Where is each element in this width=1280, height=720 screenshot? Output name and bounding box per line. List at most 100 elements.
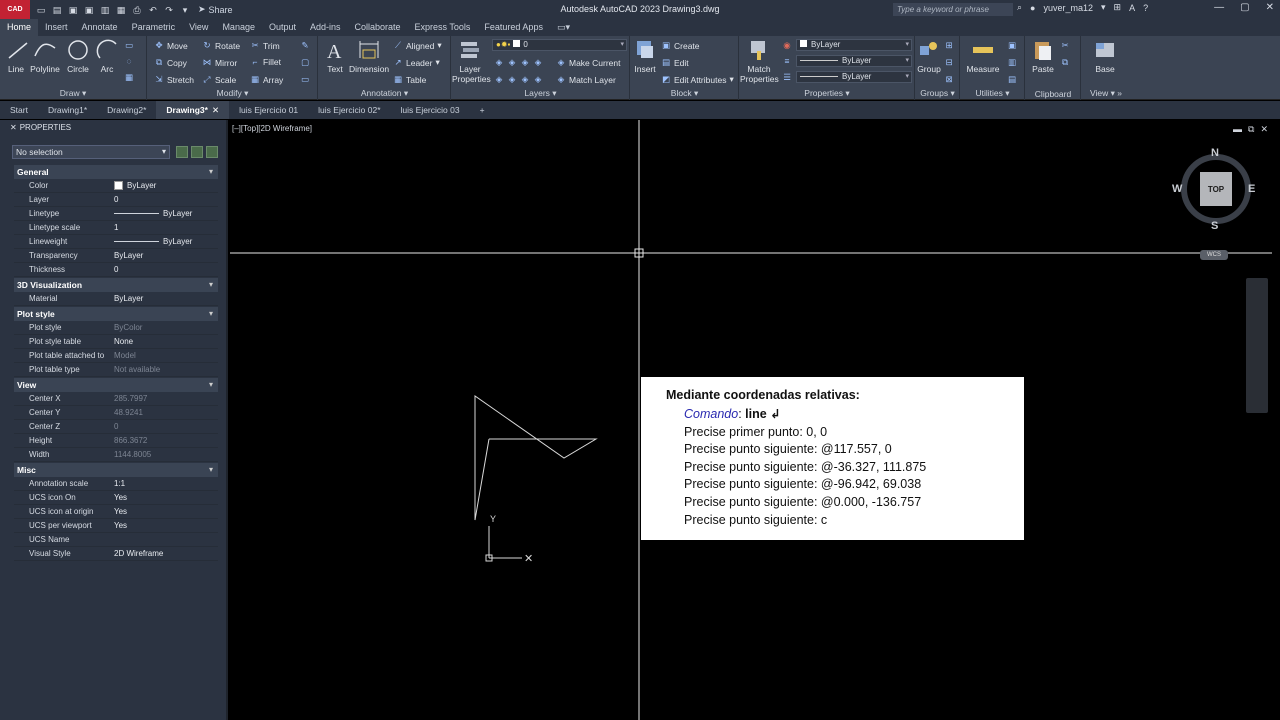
ribbon-tab-collaborate[interactable]: Collaborate bbox=[348, 19, 408, 36]
cart-icon[interactable]: ⊞ bbox=[1114, 2, 1122, 13]
move-button[interactable]: ✥ Move bbox=[154, 40, 187, 51]
property-value[interactable]: 0 bbox=[114, 193, 218, 206]
property-value[interactable]: Yes bbox=[114, 491, 218, 504]
property-row[interactable]: Annotation scale 1:1 bbox=[14, 477, 218, 491]
layer-tools-row1[interactable]: ◈ ◈ ◈ ◈ bbox=[494, 57, 543, 68]
user-icon[interactable]: ● bbox=[1030, 3, 1035, 13]
view-panel-label[interactable]: View ▾ » bbox=[1082, 88, 1130, 99]
property-row[interactable]: Visual Style 2D Wireframe bbox=[14, 547, 218, 561]
chevron-down-icon[interactable]: ▾ bbox=[1101, 2, 1106, 13]
wcs-menu[interactable]: WCS bbox=[1200, 250, 1228, 260]
annotation-panel-label[interactable]: Annotation ▾ bbox=[319, 88, 450, 99]
arc-button[interactable]: Arc bbox=[96, 38, 118, 74]
property-row[interactable]: Linetype ByLayer bbox=[14, 207, 218, 221]
property-row[interactable]: Material ByLayer bbox=[14, 292, 218, 306]
open-web-icon[interactable]: ▥ bbox=[100, 5, 110, 15]
groups-panel-label[interactable]: Groups ▾ bbox=[916, 88, 959, 99]
create-block-button[interactable]: ▣ Create bbox=[661, 40, 700, 51]
ribbon-tab-manage[interactable]: Manage bbox=[215, 19, 262, 36]
block-panel-label[interactable]: Block ▾ bbox=[631, 88, 738, 99]
mirror-button[interactable]: ⋈ Mirror bbox=[202, 57, 237, 68]
match-layer-button[interactable]: ◈ Match Layer bbox=[556, 74, 616, 85]
close-icon[interactable]: ✕ bbox=[1266, 2, 1274, 13]
property-row[interactable]: Plot style table None bbox=[14, 335, 218, 349]
rectangle-icon[interactable]: ▭ bbox=[124, 40, 134, 51]
clipboard-panel-label[interactable]: Clipboard bbox=[1026, 89, 1080, 99]
rotate-button[interactable]: ↻ Rotate bbox=[202, 40, 240, 51]
table-button[interactable]: ▦ Table bbox=[393, 74, 426, 85]
utilities-panel-label[interactable]: Utilities ▾ bbox=[961, 88, 1024, 99]
viewcube-top-face[interactable]: TOP bbox=[1200, 172, 1232, 206]
polyline-button[interactable]: Polyline bbox=[28, 38, 62, 74]
new-tab-plus-icon[interactable]: + bbox=[470, 101, 495, 119]
user-name[interactable]: yuver_ma12 bbox=[1043, 3, 1093, 13]
group-button[interactable]: Group bbox=[916, 38, 942, 74]
ribbon-tab-output[interactable]: Output bbox=[262, 19, 303, 36]
paste-button[interactable]: Paste bbox=[1030, 38, 1056, 74]
property-row[interactable]: Width 1144.8005 bbox=[14, 448, 218, 462]
property-value[interactable]: 0 bbox=[114, 263, 218, 276]
property-value[interactable]: 48.9241 bbox=[114, 406, 218, 419]
search-icon[interactable]: ⌕ bbox=[1017, 2, 1022, 13]
group-select-icon[interactable]: ⊠ bbox=[944, 74, 954, 85]
open-icon[interactable]: ▤ bbox=[52, 5, 62, 15]
property-value[interactable]: Yes bbox=[114, 519, 218, 532]
explode-icon[interactable]: ▢ bbox=[300, 57, 310, 68]
doc-tab-1[interactable]: Drawing1* bbox=[38, 101, 97, 119]
save-web-icon[interactable]: ▦ bbox=[116, 5, 126, 15]
edit-attributes-button[interactable]: ◩ Edit Attributes ▾ bbox=[661, 74, 734, 85]
ribbon-tab-featured-apps[interactable]: Featured Apps bbox=[477, 19, 550, 36]
minimize-icon[interactable]: — bbox=[1214, 2, 1224, 13]
new-icon[interactable]: ▭ bbox=[36, 5, 46, 15]
properties-ribbon-label[interactable]: Properties ▾ bbox=[740, 88, 914, 99]
layer-tools-row2[interactable]: ◈ ◈ ◈ ◈ bbox=[494, 74, 543, 85]
copy-button[interactable]: ⧉ Copy bbox=[154, 57, 187, 68]
draw-more-icon[interactable]: ▦ bbox=[124, 72, 134, 83]
property-row[interactable]: UCS Name bbox=[14, 533, 218, 547]
ribbon-tab-parametric[interactable]: Parametric bbox=[125, 19, 183, 36]
layer-dropdown[interactable]: ●✹▪ 0 bbox=[492, 39, 627, 51]
doc-tab-6[interactable]: luis Ejercicio 03 bbox=[391, 101, 470, 119]
property-row[interactable]: Thickness 0 bbox=[14, 263, 218, 277]
property-row[interactable]: UCS per viewport Yes bbox=[14, 519, 218, 533]
ribbon-tab-home[interactable]: Home bbox=[0, 19, 39, 36]
property-value[interactable]: Yes bbox=[114, 505, 218, 518]
undo-icon[interactable]: ↶ bbox=[148, 5, 158, 15]
circle-button[interactable]: Circle bbox=[64, 38, 92, 74]
property-row[interactable]: Plot style ByColor bbox=[14, 321, 218, 335]
save-as-icon[interactable]: ▣ bbox=[84, 5, 94, 15]
scale-button[interactable]: ⤢ Scale bbox=[202, 74, 237, 85]
prop-section-view[interactable]: View bbox=[14, 378, 218, 392]
hatch-icon[interactable]: ◌ bbox=[124, 56, 134, 66]
property-value[interactable]: None bbox=[114, 335, 218, 348]
compass-north[interactable]: N bbox=[1211, 147, 1219, 159]
ribbon-minimize-icon[interactable]: ▭▾ bbox=[550, 19, 577, 36]
match-properties-button[interactable]: Match Properties bbox=[740, 38, 779, 84]
layers-panel-label[interactable]: Layers ▾ bbox=[452, 88, 629, 99]
draw-panel-label[interactable]: Draw ▾ bbox=[0, 88, 146, 99]
prop-section-3d-visualization[interactable]: 3D Visualization bbox=[14, 278, 218, 292]
property-value[interactable]: ByColor bbox=[114, 321, 218, 334]
redo-icon[interactable]: ↷ bbox=[164, 5, 174, 15]
plot-icon[interactable]: ⎙ bbox=[132, 5, 142, 15]
doc-tab-4[interactable]: luis Ejercicio 01 bbox=[229, 101, 308, 119]
compass-east[interactable]: E bbox=[1248, 183, 1255, 195]
aligned-button[interactable]: ⟋ Aligned ▾ bbox=[393, 40, 442, 51]
ribbon-tab-express-tools[interactable]: Express Tools bbox=[408, 19, 478, 36]
insert-button[interactable]: Insert bbox=[633, 38, 657, 74]
property-row[interactable]: Plot table type Not available bbox=[14, 363, 218, 377]
doc-tab-5[interactable]: luis Ejercicio 02* bbox=[308, 101, 390, 119]
dimension-button[interactable]: Dimension bbox=[349, 38, 389, 74]
property-value[interactable]: 1:1 bbox=[114, 477, 218, 490]
make-current-button[interactable]: ◈ Make Current bbox=[556, 57, 621, 68]
ribbon-tab-insert[interactable]: Insert bbox=[38, 19, 75, 36]
palette-close-icon[interactable]: ✕ bbox=[10, 123, 17, 132]
modify-panel-label[interactable]: Modify ▾ bbox=[148, 88, 317, 99]
array-button[interactable]: ▦ Array bbox=[250, 74, 283, 85]
measure-button[interactable]: Measure bbox=[965, 38, 1001, 74]
property-row[interactable]: Center Y 48.9241 bbox=[14, 406, 218, 420]
property-value[interactable]: ByLayer bbox=[114, 179, 218, 192]
property-value[interactable]: 866.3672 bbox=[114, 434, 218, 447]
prop-section-general[interactable]: General bbox=[14, 165, 218, 179]
viewcube[interactable]: TOP N S E W bbox=[1172, 146, 1256, 232]
